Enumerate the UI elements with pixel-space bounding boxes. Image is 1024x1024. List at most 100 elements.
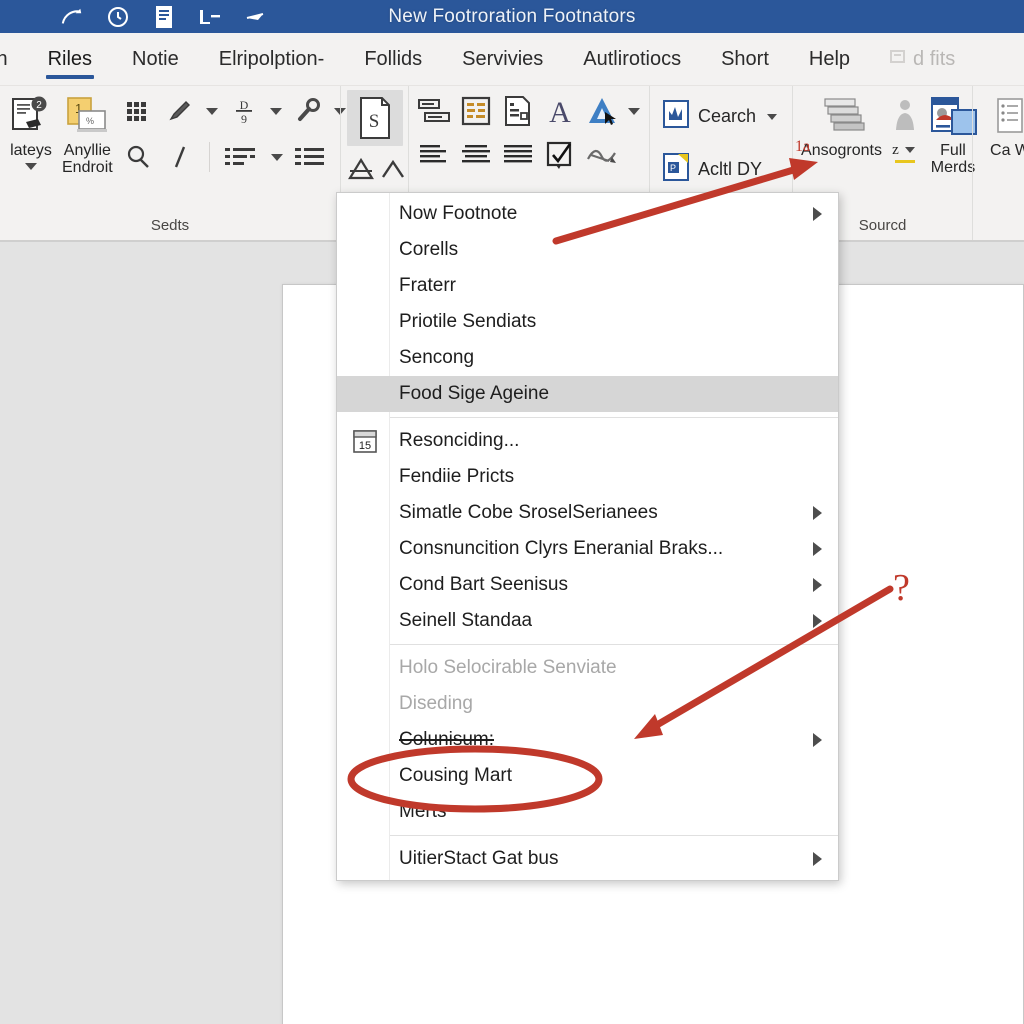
tab-label: Short bbox=[721, 47, 769, 70]
menu-item-cond-bart-seenisus[interactable]: Cond Bart Seenisus bbox=[337, 567, 838, 603]
footnote-dropdown-menu[interactable]: Now Footnote Corells Fraterr Priotile Se… bbox=[336, 192, 839, 881]
list-bullet-icon[interactable] bbox=[290, 138, 330, 176]
align-justify-icon[interactable] bbox=[499, 136, 537, 174]
person-icon bbox=[890, 94, 920, 142]
menu-item-label: Food Sige Ageine bbox=[399, 383, 550, 404]
sort-z-label: z bbox=[892, 142, 899, 158]
tab-label: Follids bbox=[364, 47, 423, 70]
menu-item-colunisum[interactable]: Colunisum: bbox=[337, 722, 838, 758]
chevron-down-icon[interactable] bbox=[270, 153, 283, 161]
pen-icon[interactable] bbox=[161, 92, 199, 130]
menu-item-label: Colunisum: bbox=[399, 729, 495, 750]
tab-notie[interactable]: Notie bbox=[112, 33, 199, 86]
menu-item-seinell-standaa[interactable]: Seinell Standaa bbox=[337, 603, 838, 639]
menu-item-diseding: Diseding bbox=[337, 686, 838, 722]
wand-icon[interactable] bbox=[289, 92, 327, 130]
chevron-down-icon[interactable] bbox=[904, 147, 915, 154]
align-center-icon[interactable] bbox=[457, 136, 495, 174]
text-a-icon[interactable]: A bbox=[541, 92, 579, 130]
menu-item-label: Priotile Sendiats bbox=[399, 311, 537, 332]
page-s-icon: S bbox=[360, 97, 390, 139]
mateys-button[interactable]: 2 lateys bbox=[6, 92, 56, 172]
menu-item-label: Seinell Standaa bbox=[399, 610, 533, 631]
cearch-button[interactable]: Cearch bbox=[656, 96, 786, 137]
svg-text:D: D bbox=[239, 98, 248, 112]
submenu-arrow-icon bbox=[813, 852, 822, 866]
tab-riles[interactable]: Riles bbox=[28, 33, 112, 86]
index-icon[interactable] bbox=[457, 92, 495, 130]
menu-item-uitierstact-gat-bus[interactable]: UitierStact Gat bus bbox=[337, 841, 838, 877]
dropcap-blue-a-icon[interactable] bbox=[583, 92, 621, 130]
chevron-up-icon[interactable] bbox=[379, 150, 407, 188]
tab-follids[interactable]: Follids bbox=[344, 33, 442, 86]
svg-text:9: 9 bbox=[241, 112, 247, 125]
menu-item-resonciding[interactable]: 15 Resonciding... bbox=[337, 423, 838, 459]
menu-item-consnuncition[interactable]: Consnuncition Clyrs Eneranial Braks... bbox=[337, 531, 838, 567]
menu-item-merts[interactable]: Merts bbox=[337, 794, 838, 830]
menu-item-cousing-mart[interactable]: Cousing Mart bbox=[337, 758, 838, 794]
svg-text:S: S bbox=[369, 111, 380, 132]
menu-item-label: Fraterr bbox=[399, 275, 456, 296]
tab-short[interactable]: Short bbox=[701, 33, 789, 86]
menu-item-label: Diseding bbox=[399, 693, 473, 714]
tab-in[interactable]: in bbox=[0, 33, 28, 86]
ribbon-tab-strip[interactable]: in Riles Notie Elripolption- Follids Ser… bbox=[0, 33, 1024, 86]
submenu-arrow-icon bbox=[813, 733, 822, 747]
menu-separator bbox=[390, 417, 838, 418]
ansogronts-badge: 1a bbox=[795, 138, 811, 155]
tab-help[interactable]: Help bbox=[789, 33, 870, 86]
chevron-down-icon[interactable] bbox=[205, 107, 218, 115]
caption-icon[interactable] bbox=[415, 92, 453, 130]
menu-item-label: Cond Bart Seenisus bbox=[399, 574, 568, 595]
button-label: Ansogronts bbox=[801, 142, 882, 159]
menu-item-sencong[interactable]: Sencong bbox=[337, 340, 838, 376]
anyllie-endroit-button[interactable]: 1 % Anyllie Endroit bbox=[60, 92, 115, 179]
chevron-down-icon[interactable] bbox=[269, 107, 282, 115]
menu-item-holo-selocirable-senviate: Holo Selocirable Senviate bbox=[337, 650, 838, 686]
list-dash-icon[interactable] bbox=[220, 138, 264, 176]
tab-elripolption[interactable]: Elripolption- bbox=[199, 33, 345, 86]
search-icon[interactable] bbox=[119, 138, 157, 176]
ribbon-group-sedts: 2 lateys 1 % Anyllie Endroit D 9 Sedts bbox=[0, 86, 346, 240]
menu-item-fraterr[interactable]: Fraterr bbox=[337, 268, 838, 304]
menu-item-label: Fendiie Pricts bbox=[399, 466, 515, 487]
menu-item-label: Resonciding... bbox=[399, 430, 520, 451]
sort-z-button[interactable]: z bbox=[888, 92, 922, 165]
menu-item-priotile-sendiats[interactable]: Priotile Sendiats bbox=[337, 304, 838, 340]
signature-icon[interactable] bbox=[583, 136, 621, 174]
slash-icon[interactable] bbox=[161, 138, 199, 176]
menu-item-now-footnote[interactable]: Now Footnote bbox=[337, 196, 838, 232]
chevron-down-icon[interactable] bbox=[767, 113, 778, 120]
menu-item-label: Cousing Mart bbox=[399, 765, 512, 786]
group-label-sedts: Sedts bbox=[150, 217, 190, 234]
listdoc-icon bbox=[994, 94, 1024, 142]
footnote-tool-button[interactable]: S bbox=[347, 90, 403, 146]
tab-autlirotiocs[interactable]: Autlirotiocs bbox=[563, 33, 701, 86]
align-left-icon[interactable] bbox=[415, 136, 453, 174]
fraction-icon[interactable]: D9 bbox=[225, 92, 263, 130]
tab-servivies[interactable]: Servivies bbox=[442, 33, 563, 86]
grid-icon[interactable] bbox=[119, 92, 157, 130]
submenu-arrow-icon bbox=[813, 542, 822, 556]
add-day-button[interactable]: P Acltl DY bbox=[656, 149, 786, 190]
ansogronts-button[interactable]: 1a Ansogronts bbox=[795, 92, 884, 161]
menu-item-simatle-cobe[interactable]: Simatle Cobe SroselSerianees bbox=[337, 495, 838, 531]
ca-w-button[interactable]: Ca W bbox=[979, 92, 1024, 161]
svg-text:A: A bbox=[549, 96, 571, 127]
button-label: Ca W bbox=[990, 142, 1024, 159]
menu-item-corells[interactable]: Corells bbox=[337, 232, 838, 268]
menu-item-food-sige-ageine[interactable]: Food Sige Ageine bbox=[337, 376, 838, 412]
chevron-down-icon[interactable] bbox=[25, 163, 37, 171]
submenu-arrow-icon bbox=[813, 578, 822, 592]
triangle-icon[interactable] bbox=[347, 150, 375, 188]
menu-item-fendiie-pricts[interactable]: Fendiie Pricts bbox=[337, 459, 838, 495]
chevron-down-icon[interactable] bbox=[628, 107, 640, 115]
checkbox-icon[interactable] bbox=[541, 136, 579, 174]
page-mark-icon[interactable] bbox=[499, 92, 537, 130]
stack-icon bbox=[818, 94, 866, 142]
ppt-doc-icon: P bbox=[662, 152, 690, 187]
tab-d-fits[interactable]: d fits bbox=[870, 33, 975, 86]
menu-item-label: Consnuncition Clyrs Eneranial Braks... bbox=[399, 538, 724, 559]
submenu-arrow-icon bbox=[813, 207, 822, 221]
menu-item-label: UitierStact Gat bus bbox=[399, 848, 559, 869]
